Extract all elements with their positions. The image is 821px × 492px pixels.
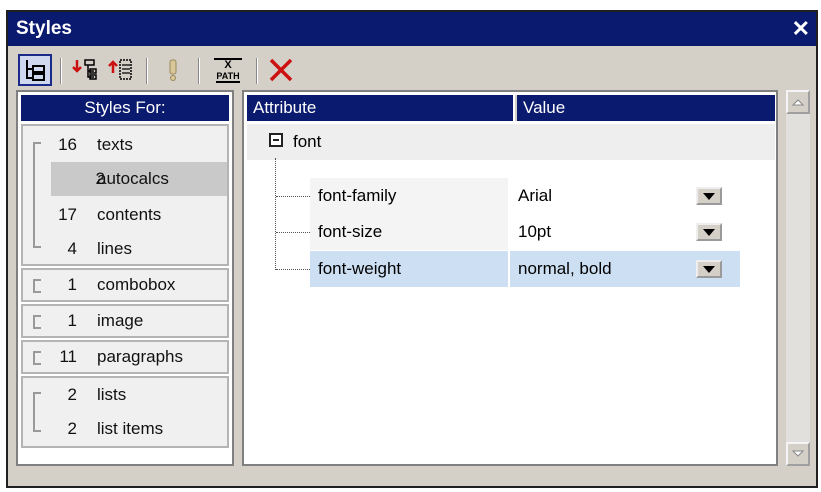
attribute-name: font-size [310, 214, 508, 250]
font-group-label: font [293, 132, 322, 151]
tree-connector [276, 232, 310, 233]
style-count: 4 [67, 239, 77, 258]
exclamation-icon [169, 59, 177, 81]
style-count: 2 [67, 385, 77, 404]
style-count: 16 [58, 135, 77, 154]
list-item[interactable]: 1 combobox [23, 268, 227, 302]
scroll-down-icon [792, 450, 804, 457]
list-item[interactable]: 4 lines [23, 232, 227, 266]
xpath-button[interactable]: X PATH [208, 54, 248, 86]
style-count: 1 [67, 311, 77, 330]
close-icon[interactable]: ✕ [792, 16, 810, 42]
font-group-row[interactable]: font [247, 124, 775, 160]
scroll-up-button[interactable] [786, 90, 810, 114]
delete-button[interactable] [264, 54, 298, 86]
style-name: paragraphs [97, 347, 184, 366]
toolbar-separator [256, 58, 258, 84]
attribute-column-header[interactable]: Attribute [247, 95, 513, 121]
attribute-name: font-weight [310, 251, 508, 287]
style-name: contents [97, 205, 162, 224]
style-name: lines [97, 239, 132, 258]
append-style-button[interactable] [68, 54, 102, 86]
collapse-icon[interactable] [269, 133, 283, 147]
toolbar-separator [198, 58, 200, 84]
style-group-5: 2 lists 2 list items [21, 376, 229, 448]
style-group-2: 1 combobox [21, 268, 229, 302]
list-item[interactable]: 17 contents [23, 198, 227, 232]
list-item[interactable]: 1 image [23, 304, 227, 338]
style-name: image [97, 311, 144, 330]
toolbar-separator [60, 58, 62, 84]
scroll-up-icon [792, 99, 804, 106]
scroll-down-button[interactable] [786, 442, 810, 466]
attributes-pane: Attribute Value font font-family Arial f… [242, 90, 778, 466]
append-style-icon [72, 59, 97, 80]
insert-style-icon [108, 59, 132, 80]
style-name: autocalcs [97, 169, 169, 188]
style-count: 11 [59, 347, 77, 366]
toolbar: X PATH [8, 48, 816, 92]
list-item[interactable]: 2 list items [23, 412, 227, 446]
style-name: list items [97, 419, 164, 438]
insert-style-button[interactable] [104, 54, 138, 86]
tree-connector [276, 269, 310, 270]
dropdown-arrow-icon[interactable] [696, 223, 722, 241]
list-item[interactable]: 2 lists [23, 378, 227, 412]
delete-icon [269, 58, 293, 82]
list-item[interactable]: 16 texts [23, 128, 227, 162]
style-count: 2 [67, 419, 77, 438]
style-group-3: 1 image [21, 304, 229, 338]
list-item[interactable]: 11 paragraphs [23, 340, 227, 374]
attribute-name: font-family [310, 178, 508, 214]
toolbar-separator [146, 58, 148, 84]
xpath-icon-bottom: PATH [216, 70, 240, 83]
dropdown-arrow-icon[interactable] [696, 260, 722, 278]
style-group-4: 11 paragraphs [21, 340, 229, 374]
value-column-header[interactable]: Value [515, 95, 775, 121]
list-item-selected[interactable]: 2 autocalcs [51, 162, 227, 196]
style-name: texts [97, 135, 133, 154]
warning-button[interactable] [156, 54, 190, 86]
xpath-icon-top: X [224, 58, 232, 71]
title-bar: Styles ✕ [8, 12, 816, 46]
styles-for-pane: Styles For: 16 texts 2 autocalcs 17 cont… [16, 90, 234, 466]
style-group-1: 16 texts 2 autocalcs 17 contents 4 lines [21, 124, 229, 266]
tree-connector [276, 196, 310, 197]
window-title: Styles [16, 18, 72, 39]
style-name: combobox [97, 275, 176, 294]
dropdown-arrow-icon[interactable] [696, 187, 722, 205]
styles-for-header: Styles For: [21, 95, 229, 121]
vertical-scrollbar[interactable] [786, 90, 810, 466]
tree-connector [275, 158, 276, 270]
style-count: 17 [58, 205, 77, 224]
style-name: lists [97, 385, 127, 404]
style-count: 1 [67, 275, 77, 294]
tree-view-icon [26, 60, 45, 81]
tree-view-button[interactable] [18, 54, 52, 86]
